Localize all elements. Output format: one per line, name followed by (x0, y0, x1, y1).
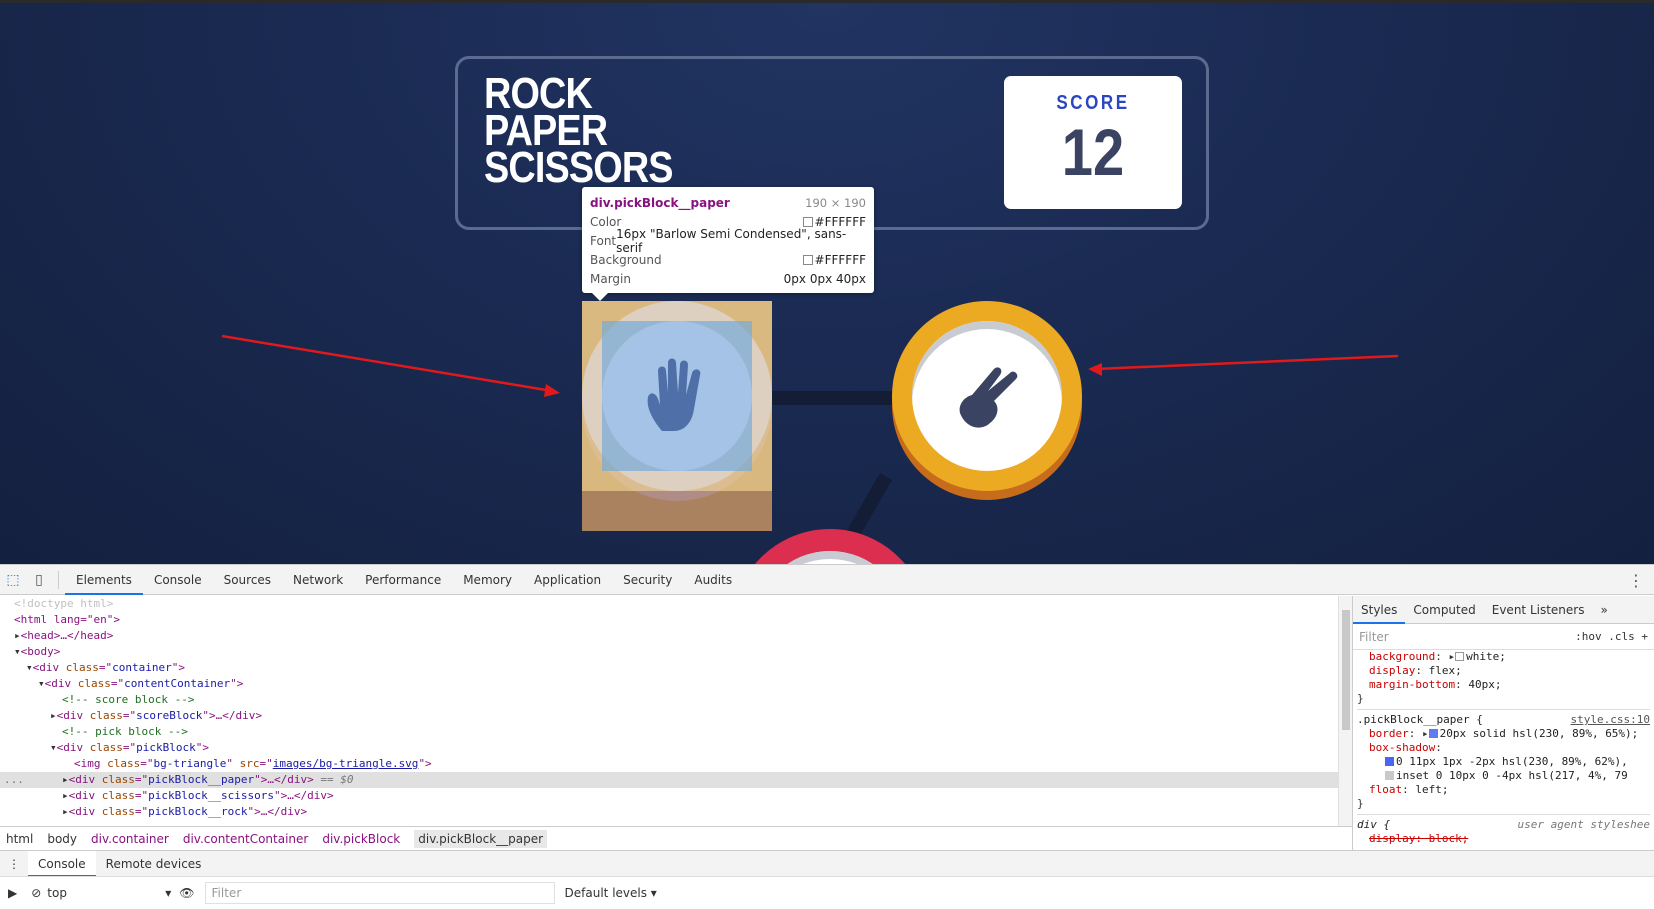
console-toolbar: ▶ ⊘ top ▾ 👁 Filter Default levels ▾ (0, 876, 1654, 909)
breadcrumb-pick-block[interactable]: div.pickBlock (322, 832, 400, 846)
device-toolbar-icon[interactable]: ▯ (26, 565, 52, 595)
game-viewport: ROCK PAPER SCISSORS SCORE 12 div.pickBlo… (0, 0, 1654, 564)
tab-elements[interactable]: Elements (65, 565, 143, 595)
breadcrumb-html[interactable]: html (6, 832, 33, 846)
elements-scrollbar[interactable] (1338, 596, 1352, 826)
dom-body[interactable]: ▾<body> (0, 644, 1338, 660)
tooltip-row-font: Font 16px "Barlow Semi Condensed", sans-… (590, 226, 847, 255)
inspect-tooltip: div.pickBlock__paper 190 × 190 Color #FF… (582, 187, 874, 301)
css-decl[interactable]: display: flex; (1357, 664, 1650, 678)
css-decl[interactable]: box-shadow: (1357, 741, 1650, 755)
css-rules: background: ▸ white; display: flex; margi… (1357, 650, 1650, 845)
tooltip-dimensions: 190 × 190 (805, 195, 866, 210)
tab-network[interactable]: Network (282, 565, 354, 595)
left-arrowhead (544, 384, 560, 397)
tab-security[interactable]: Security (612, 565, 683, 595)
styles-filter-input[interactable]: Filter (1359, 630, 1389, 644)
dom-html[interactable]: <html lang="en"> (0, 612, 1338, 628)
tab-sources[interactable]: Sources (213, 565, 282, 595)
css-decl[interactable]: border: ▸ 20px solid hsl(230, 89%, 65%); (1357, 727, 1650, 741)
breadcrumb: html body div.container div.contentConta… (0, 826, 1352, 850)
dom-head[interactable]: ▸<head>…</head> (0, 628, 1338, 644)
drawer-tabs: ⋮ Console Remote devices (0, 850, 1654, 877)
css-decl-cont[interactable]: inset 0 10px 0 -4px hsl(217, 4%, 79 (1357, 769, 1650, 783)
dom-score-block[interactable]: ▸<div class="scoreBlock">…</div> (0, 708, 1338, 724)
scrollbar-thumb[interactable] (1342, 610, 1350, 730)
tab-styles[interactable]: Styles (1353, 596, 1406, 624)
tooltip-row-margin: Margin 0px 0px 40px (590, 271, 866, 286)
sidebar-toggle-icon[interactable]: ▶ (8, 886, 17, 900)
kebab-menu-icon[interactable]: ⋮ (1628, 571, 1644, 590)
tab-console[interactable]: Console (143, 565, 213, 595)
dom-pick-block[interactable]: ▾<div class="pickBlock"> (0, 740, 1338, 756)
eye-icon[interactable]: 👁 (179, 886, 194, 900)
right-annotation-arrow (1095, 354, 1399, 371)
elements-tree: <!doctype html> <html lang="en"> ▸<head>… (0, 596, 1338, 826)
drawer-tab-console[interactable]: Console (28, 850, 96, 877)
styles-filter-tools[interactable]: :hov .cls + (1575, 630, 1648, 643)
devtools-toolbar: ⬚ ▯ Elements Console Sources Network Per… (0, 565, 1654, 595)
tooltip-selector: div.pickBlock__paper (590, 195, 730, 210)
drawer-tab-remote-devices[interactable]: Remote devices (96, 851, 212, 877)
css-ua-decl: display: block; (1369, 832, 1469, 845)
left-annotation-arrow (221, 334, 553, 393)
console-filter-input[interactable]: Filter (204, 882, 555, 904)
drawer-menu-icon[interactable]: ⋮ (0, 851, 28, 877)
img-src-link[interactable]: images/bg-triangle.svg (273, 757, 419, 770)
css-decl[interactable]: background: ▸ white; (1357, 650, 1650, 664)
tab-audits[interactable]: Audits (683, 565, 743, 595)
tab-application[interactable]: Application (523, 565, 612, 595)
dom-pick-rock[interactable]: ▸<div class="pickBlock__rock">…</div> (0, 804, 1338, 820)
dom-comment-pick[interactable]: <!-- pick block --> (0, 724, 1338, 740)
breadcrumb-content-container[interactable]: div.contentContainer (183, 832, 309, 846)
right-arrowhead (1088, 363, 1102, 376)
context-selector[interactable]: top ▾ (41, 886, 171, 900)
tab-performance[interactable]: Performance (354, 565, 452, 595)
dom-doctype[interactable]: <!doctype html> (0, 596, 1338, 612)
breadcrumb-pick-paper[interactable]: div.pickBlock__paper (414, 829, 548, 848)
tab-event-listeners[interactable]: Event Listeners (1484, 596, 1593, 624)
breadcrumb-body[interactable]: body (47, 832, 77, 846)
css-rule-selector[interactable]: .pickBlock__paper {style.css:10 (1357, 713, 1650, 727)
more-tabs-icon[interactable]: » (1592, 596, 1615, 624)
dropdown-arrow-icon: ▾ (165, 886, 172, 900)
background-swatch (802, 254, 813, 265)
color-swatch (802, 216, 813, 227)
styles-pane: Styles Computed Event Listeners » Filter… (1352, 596, 1654, 850)
css-decl-cont[interactable]: 0 11px 1px -2px hsl(230, 89%, 62%), (1357, 755, 1650, 769)
dom-container[interactable]: ▾<div class="container"> (0, 660, 1338, 676)
dom-img-bg-triangle[interactable]: <img class="bg-triangle" src="images/bg-… (0, 756, 1338, 772)
css-ua-selector: div {user agent styleshee (1357, 818, 1650, 831)
inspect-element-icon[interactable]: ⬚ (0, 565, 26, 595)
dom-comment-score[interactable]: <!-- score block --> (0, 692, 1338, 708)
clear-console-icon[interactable]: ⊘ (31, 886, 41, 900)
log-levels-dropdown[interactable]: Default levels ▾ (565, 886, 657, 900)
styles-filter[interactable]: Filter :hov .cls + (1353, 624, 1654, 650)
breadcrumb-container[interactable]: div.container (91, 832, 169, 846)
tab-memory[interactable]: Memory (452, 565, 523, 595)
css-decl[interactable]: margin-bottom: 40px; (1357, 678, 1650, 692)
styles-tabs: Styles Computed Event Listeners » (1353, 596, 1654, 624)
dom-pick-paper-selected[interactable]: ... ▸<div class="pickBlock__paper">…</div… (0, 772, 1338, 788)
css-decl[interactable]: float: left; (1357, 783, 1650, 797)
devtools-panel: ⬚ ▯ Elements Console Sources Network Per… (0, 564, 1654, 908)
css-source-link[interactable]: style.css:10 (1571, 713, 1650, 727)
tab-computed[interactable]: Computed (1405, 596, 1483, 624)
dom-content-container[interactable]: ▾<div class="contentContainer"> (0, 676, 1338, 692)
dom-pick-scissors[interactable]: ▸<div class="pickBlock__scissors">…</div… (0, 788, 1338, 804)
